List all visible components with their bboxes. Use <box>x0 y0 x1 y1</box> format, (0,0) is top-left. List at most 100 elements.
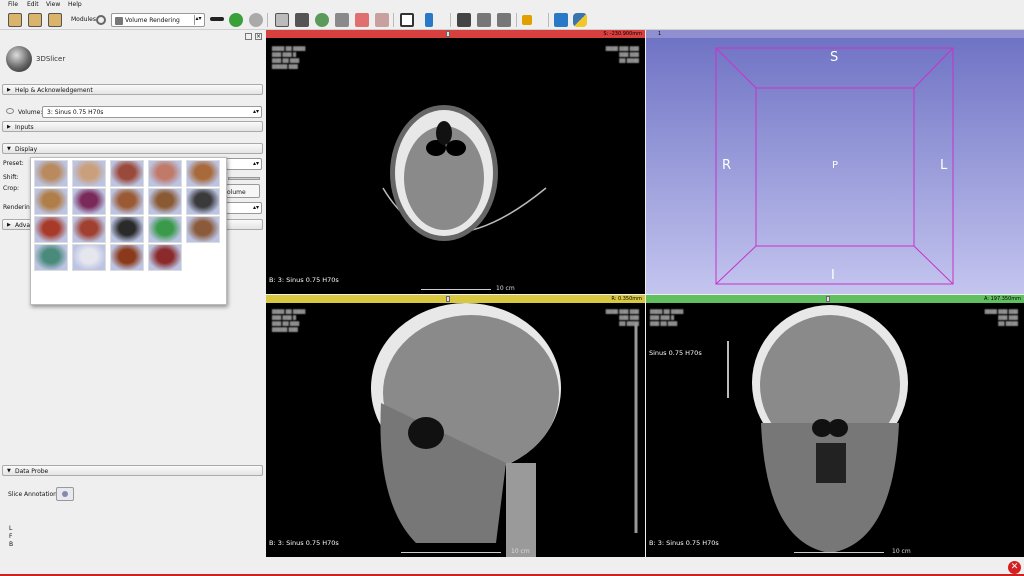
python-icon[interactable] <box>573 13 587 27</box>
preset-selector[interactable]: ▴▾ <box>226 158 262 170</box>
nasal-cavity <box>436 121 452 145</box>
preset-thumbnail[interactable] <box>148 160 182 187</box>
error-log-button[interactable]: ✕ <box>1008 561 1021 574</box>
volume-node-icon <box>6 108 14 114</box>
preset-thumbnail[interactable] <box>110 244 144 271</box>
shift-slider[interactable] <box>228 177 260 180</box>
yellow-volume-label: B: 3: Sinus 0.75 H70s <box>269 539 339 547</box>
load-data-icon[interactable] <box>8 13 22 27</box>
help-section-header[interactable]: ▶ Help & Acknowledgement <box>2 84 263 95</box>
roi-edge <box>715 47 757 89</box>
volume-selector[interactable]: 3: Sinus 0.75 H70s ▴▾ <box>42 106 262 118</box>
preset-thumbnail[interactable] <box>148 244 182 271</box>
forward-arrow-icon[interactable] <box>249 13 263 27</box>
volumes-module-icon[interactable] <box>295 13 309 27</box>
preset-thumbnail[interactable] <box>72 160 106 187</box>
sinus <box>408 417 444 449</box>
menu-edit[interactable]: Edit <box>27 1 39 8</box>
preset-thumbnail[interactable] <box>110 160 144 187</box>
crop-button[interactable]: olume <box>224 184 260 198</box>
orient-right: R <box>722 158 732 173</box>
menu-file[interactable]: File <box>8 1 18 8</box>
save-icon[interactable] <box>48 13 62 27</box>
preset-thumbnail[interactable] <box>34 244 68 271</box>
chevron-down-icon: ▴▾ <box>252 160 259 167</box>
crop-label: Crop: <box>3 185 20 192</box>
preset-thumbnail[interactable] <box>110 188 144 215</box>
close-panel-icon[interactable]: × <box>255 33 262 40</box>
preset-gallery-popup <box>30 157 227 305</box>
undock-icon[interactable] <box>245 33 252 40</box>
module-history-icon[interactable] <box>210 17 224 21</box>
screenshot-icon[interactable] <box>457 13 471 27</box>
module-selector[interactable]: Volume Rendering ▴▾ <box>111 13 205 27</box>
preset-thumbnail[interactable] <box>148 188 182 215</box>
red-slice-slider[interactable] <box>446 31 450 37</box>
collapse-triangle-icon: ▼ <box>7 468 11 474</box>
yellow-slice-bar: R: 0.350mm <box>266 295 645 303</box>
orient-superior: S <box>830 50 839 65</box>
roi-edge <box>913 245 954 285</box>
chevron-down-icon: ▴▾ <box>252 108 259 115</box>
green-slice-view[interactable]: ████ ██ ████ ███ ███ █ ███ ██ ███ ████ ███… <box>646 303 1024 557</box>
green-slice-slider[interactable] <box>826 296 830 302</box>
preset-thumbnail[interactable] <box>110 216 144 243</box>
orient-inferior: I <box>831 268 835 283</box>
green-ruler <box>794 549 884 553</box>
cube-icon <box>115 17 123 25</box>
preset-thumbnail[interactable] <box>34 188 68 215</box>
preset-thumbnail[interactable] <box>186 160 220 187</box>
gear-icon <box>62 491 68 497</box>
preset-thumbnail[interactable] <box>72 216 106 243</box>
extension-manager-icon[interactable] <box>554 13 568 27</box>
markups-module-icon[interactable] <box>355 13 369 27</box>
crosshair-layout-icon[interactable] <box>425 13 433 27</box>
crosshair-icon[interactable] <box>522 15 532 25</box>
yellow-slice-view[interactable]: ████ ██ ████ ███ ███ █ ███ ██ ███ █████ ███… <box>266 303 645 557</box>
preset-thumbnail[interactable] <box>72 244 106 271</box>
models-module-icon[interactable] <box>315 13 329 27</box>
rendering-selector[interactable]: ▴▾ <box>226 202 262 214</box>
inputs-section-label: Inputs <box>15 124 34 131</box>
module-selected: Volume Rendering <box>125 17 180 24</box>
preset-thumbnail[interactable] <box>148 216 182 243</box>
expand-triangle-icon: ▶ <box>7 222 11 228</box>
yellow-slice-slider[interactable] <box>446 296 450 302</box>
orient-posterior: P <box>832 160 839 171</box>
sinus-right <box>446 140 466 156</box>
preset-thumbnail[interactable] <box>186 188 220 215</box>
slicer-logo: 3DSlicer <box>6 46 206 72</box>
search-icon[interactable] <box>96 15 106 25</box>
preset-thumbnail[interactable] <box>34 160 68 187</box>
preset-label: Preset: <box>3 160 24 167</box>
main-toolbar: Modules: Volume Rendering ▴▾ <box>0 10 1024 30</box>
chevron-down-icon: ▴▾ <box>252 204 259 211</box>
editor-module-icon[interactable] <box>375 13 389 27</box>
inputs-section-header[interactable]: ▶ Inputs <box>2 121 263 132</box>
back-arrow-icon[interactable] <box>229 13 243 27</box>
coronal-ct-image <box>727 305 908 553</box>
dcm-icon[interactable] <box>28 13 42 27</box>
probe-line-b: B <box>9 541 14 548</box>
yellow-ruler <box>401 549 501 553</box>
scene-view-icon[interactable] <box>477 13 491 27</box>
shift-label: Shift: <box>3 174 19 181</box>
expand-triangle-icon: ▶ <box>7 87 11 93</box>
preset-thumbnail[interactable] <box>34 216 68 243</box>
display-section-header[interactable]: ▼ Display <box>2 143 263 154</box>
layout-icon[interactable] <box>400 13 414 27</box>
preset-thumbnail[interactable] <box>186 216 220 243</box>
menu-help[interactable]: Help <box>68 1 82 8</box>
threed-view[interactable]: S I R L P <box>646 38 1024 294</box>
menu-view[interactable]: View <box>46 1 60 8</box>
transforms-module-icon[interactable] <box>335 13 349 27</box>
data-module-icon[interactable] <box>275 13 289 27</box>
data-probe-section-header[interactable]: ▼ Data Probe <box>2 465 263 476</box>
red-offset: S: -230.900mm <box>603 31 642 37</box>
red-slice-view[interactable]: ████ ██ ████ ███ ███ █ ███ ██ ███ █████ ███… <box>266 38 645 294</box>
preset-thumbnail[interactable] <box>72 188 106 215</box>
slice-annotations-button[interactable] <box>56 487 74 501</box>
view-fit-icon[interactable] <box>497 13 511 27</box>
help-section-label: Help & Acknowledgement <box>15 87 93 94</box>
sinus-right <box>828 419 848 437</box>
